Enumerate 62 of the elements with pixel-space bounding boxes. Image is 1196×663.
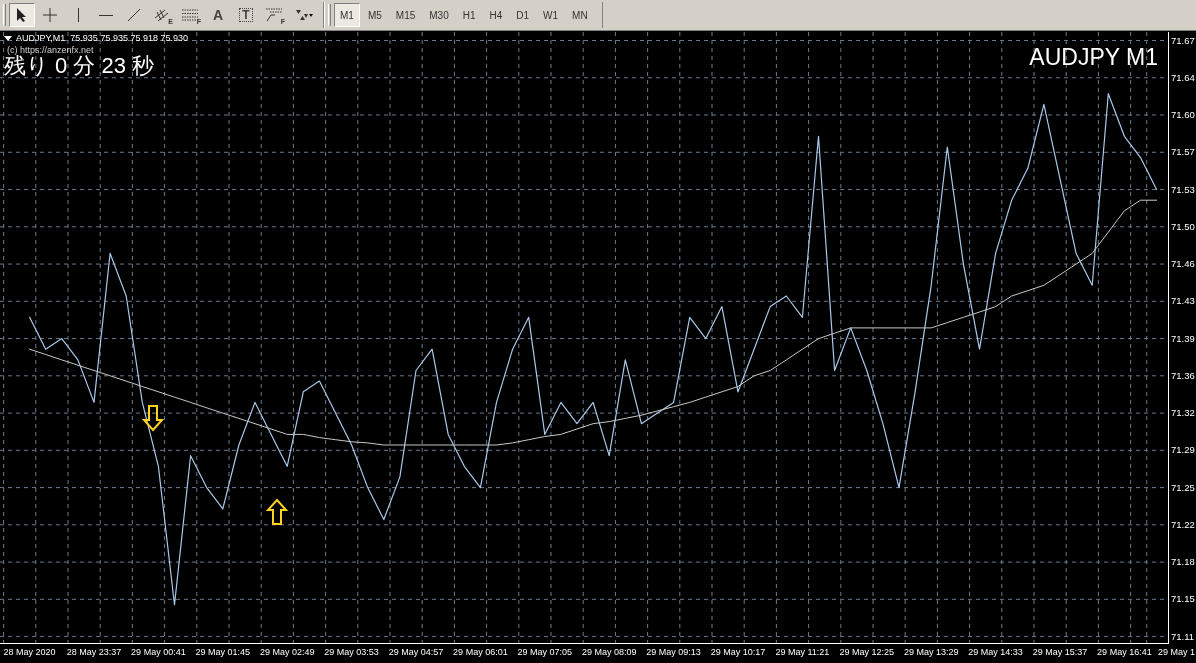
symbol-info: AUDJPY,M1 75.935 75.935 75.918 75.930 bbox=[16, 34, 188, 43]
price-axis-label: 71.43 bbox=[1171, 296, 1195, 306]
timeframe-button[interactable]: H1 bbox=[456, 3, 482, 27]
time-axis-label: 29 May 16:41 bbox=[1097, 648, 1152, 657]
price-axis-label: 71.64 bbox=[1171, 72, 1195, 83]
time-axis-label: 29 May 1 bbox=[1157, 648, 1195, 657]
time-axis-label: 29 May 10:17 bbox=[710, 648, 766, 657]
timeframe-button[interactable]: M15 bbox=[389, 3, 422, 27]
price-axis-label: 71.29 bbox=[1171, 445, 1195, 455]
tool-button[interactable] bbox=[9, 3, 35, 27]
time-axis-label: 29 May 01:45 bbox=[195, 648, 251, 657]
time-axis-label: 29 May 13:29 bbox=[903, 648, 959, 657]
price-axis-label: 71.53 bbox=[1171, 184, 1195, 195]
price-axis-label: 71.36 bbox=[1171, 370, 1195, 381]
time-axis-label: 29 May 07:05 bbox=[517, 648, 573, 657]
time-axis-label: 29 May 09:13 bbox=[646, 648, 701, 657]
chart-title: AUDJPY M1 bbox=[1029, 46, 1158, 69]
price-axis-label: 71.57 bbox=[1171, 147, 1195, 157]
timeframe-button[interactable]: MN bbox=[566, 3, 594, 27]
collapse-triangle-icon[interactable] bbox=[4, 36, 12, 41]
time-axis-label: 29 May 06:01 bbox=[453, 648, 508, 657]
crosshair-icon bbox=[42, 7, 58, 23]
timeframe-button[interactable]: M30 bbox=[423, 3, 455, 27]
price-axis-label: 71.46 bbox=[1171, 259, 1195, 269]
vertical-line-icon bbox=[76, 8, 80, 22]
price-axis-label: 71.39 bbox=[1171, 333, 1195, 344]
timeframe-button[interactable]: M5 bbox=[361, 3, 388, 27]
horizontal-line-icon bbox=[99, 13, 113, 17]
tool-button[interactable]: A bbox=[205, 3, 231, 27]
time-axis-label: 29 May 08:09 bbox=[581, 648, 637, 657]
channel-icon bbox=[155, 8, 169, 22]
time-axis-label: 29 May 02:49 bbox=[259, 648, 315, 657]
time-axis-label: 28 May 23:37 bbox=[66, 648, 122, 657]
time-axis-label: 29 May 04:57 bbox=[388, 648, 444, 657]
time-axis-label: 29 May 12:25 bbox=[839, 648, 895, 657]
time-axis-label: 29 May 14:33 bbox=[968, 648, 1023, 657]
fibonacci-icon bbox=[182, 9, 198, 21]
timeframe-button[interactable]: H4 bbox=[483, 3, 509, 27]
time-axis-label: 29 May 03:53 bbox=[324, 648, 379, 657]
price-axis-label: 71.50 bbox=[1171, 221, 1195, 232]
arrows-dropdown-icon bbox=[294, 8, 314, 22]
countdown-text: 残り 0 分 23 秒 bbox=[4, 55, 155, 77]
trendline-icon bbox=[127, 8, 141, 22]
time-axis-label: 29 May 11:21 bbox=[775, 648, 830, 657]
price-axis-label: 71.67 bbox=[1171, 35, 1195, 45]
price-axis-label: 71.11 bbox=[1171, 631, 1195, 642]
tool-button[interactable]: T bbox=[233, 3, 259, 27]
price-axis-label: 71.15 bbox=[1171, 594, 1195, 604]
price-axis-label: 71.18 bbox=[1171, 557, 1195, 567]
time-axis-label: 29 May 00:41 bbox=[131, 648, 186, 657]
copyright-text: (c) https://anzenfx.net bbox=[7, 46, 94, 55]
price-axis-label: 71.22 bbox=[1171, 519, 1195, 530]
time-axis-label: 29 May 15:37 bbox=[1032, 648, 1088, 657]
price-axis-label: 71.32 bbox=[1171, 408, 1195, 418]
timeframe-button[interactable]: D1 bbox=[510, 3, 536, 27]
timeframe-button[interactable]: W1 bbox=[537, 3, 565, 27]
price-axis-label: 71.25 bbox=[1171, 482, 1195, 493]
fibonacci-fan-icon bbox=[266, 8, 282, 22]
price-axis-label: 71.60 bbox=[1171, 110, 1195, 120]
timeframe-button[interactable]: M1 bbox=[334, 3, 360, 27]
cursor-icon bbox=[16, 7, 28, 23]
time-axis-label: 28 May 2020 bbox=[3, 648, 56, 657]
